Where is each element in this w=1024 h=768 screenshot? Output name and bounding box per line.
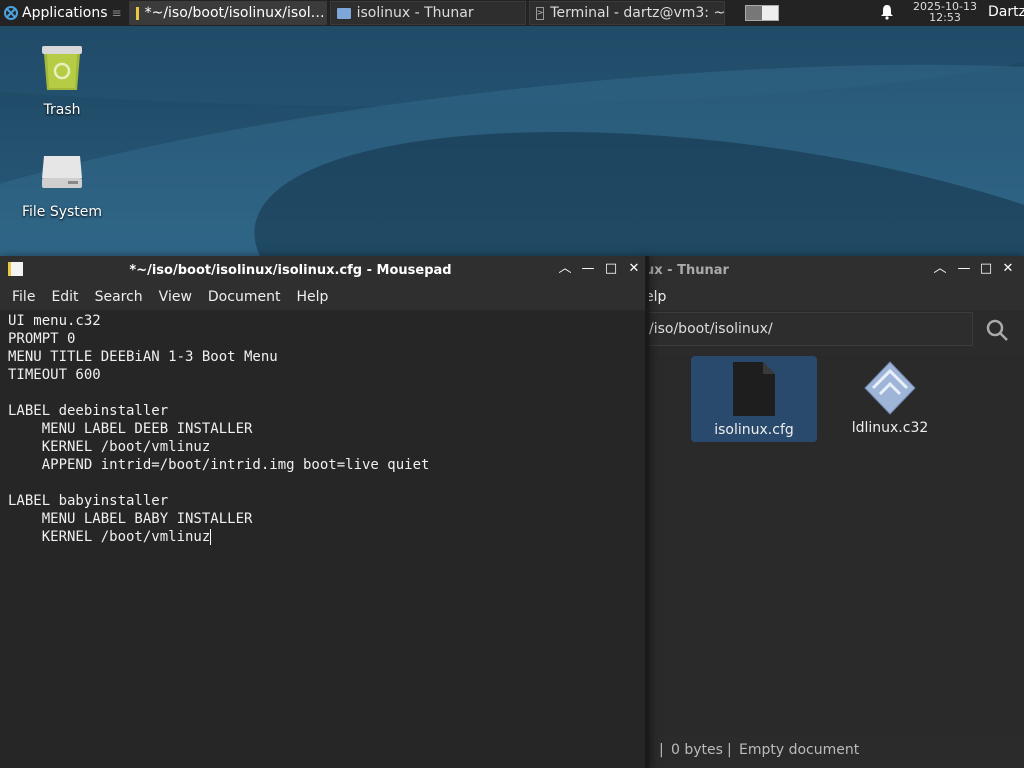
desktop-icon-file-system[interactable]: File System [7, 148, 117, 220]
editor-line: KERNEL /boot/vmlinuz [8, 529, 211, 545]
menu-item-view[interactable]: View [151, 289, 200, 305]
applications-label: Applications [22, 5, 108, 21]
editor-line: PROMPT 0 [8, 331, 76, 347]
editor-line: LABEL babyinstaller [8, 493, 169, 509]
mousepad-titlebar[interactable]: *~/iso/boot/isolinux/isolinux.cfg - Mous… [0, 256, 645, 284]
taskbar-item-thunar[interactable]: isolinux - Thunar [329, 1, 526, 25]
editor-line: MENU LABEL BABY INSTALLER [8, 511, 253, 527]
maximize-icon[interactable]: □ [604, 262, 618, 276]
workspace-2[interactable] [761, 6, 778, 20]
mousepad-window: *~/iso/boot/isolinux/isolinux.cfg - Mous… [0, 256, 649, 768]
location-path: /iso/boot/isolinux/ [649, 321, 773, 337]
taskbar-item-mousepad[interactable]: *~/iso/boot/isolinux/isol… [128, 1, 327, 25]
minimize-icon[interactable]: — [581, 262, 595, 276]
menu-item-search[interactable]: Search [87, 289, 151, 305]
search-icon[interactable] [985, 318, 1009, 342]
thunar-window: ux - Thunar ︿ — □ ✕ elp /iso/boot/isolin… [640, 256, 1024, 768]
thunar-titlebar[interactable]: ux - Thunar ︿ — □ ✕ [645, 256, 1024, 284]
status-size: 0 bytes [671, 742, 723, 758]
terminal-icon: > [535, 6, 545, 20]
status-type: Empty document [739, 742, 860, 758]
text-cursor [210, 529, 212, 545]
editor-line: MENU LABEL DEEB INSTALLER [8, 421, 253, 437]
text-editor[interactable]: UI menu.c32 PROMPT 0 MENU TITLE DEEBiAN … [0, 310, 645, 768]
menu-item-edit[interactable]: Edit [43, 289, 86, 305]
workspace-switcher[interactable] [744, 5, 779, 21]
workspace-1[interactable] [745, 6, 762, 20]
taskbar-item-terminal[interactable]: > Terminal - dartz@vm3: ~ [528, 1, 725, 25]
file-item-isolinux-cfg[interactable]: isolinux.cfg [691, 356, 817, 442]
desktop-icon-label: File System [21, 204, 103, 220]
file-view: n isolinux.cfg ldlinux.c32 [640, 356, 1024, 736]
xfce-logo-icon [4, 6, 18, 20]
taskbar-item-label: Terminal - dartz@vm3: ~ [550, 5, 725, 21]
applications-menu-button[interactable]: Applications ≡ [0, 0, 126, 26]
close-icon[interactable]: ✕ [627, 262, 641, 276]
thunar-menubar: elp [645, 284, 1024, 310]
menu-item-document[interactable]: Document [200, 289, 289, 305]
close-icon[interactable]: ✕ [1001, 262, 1015, 276]
chevron-up-icon[interactable]: ︿ [558, 262, 572, 276]
editor-line: KERNEL /boot/vmlinuz [8, 439, 211, 455]
menu-item-help[interactable]: elp [645, 289, 674, 305]
trash-icon [42, 46, 82, 90]
status-bar: | 0 bytes | Empty document [651, 738, 1024, 764]
maximize-icon[interactable]: □ [979, 262, 993, 276]
desktop-icon-trash[interactable]: Trash [7, 44, 117, 118]
editor-line: LABEL deebinstaller [8, 403, 169, 419]
binary-icon [864, 361, 916, 415]
mousepad-title: *~/iso/boot/isolinux/isolinux.cfg - Mous… [129, 263, 452, 278]
taskbar-item-label: isolinux - Thunar [356, 5, 474, 21]
clock[interactable]: 2025-10-13 12:53 [905, 1, 985, 23]
location-bar[interactable]: /iso/boot/isolinux/ [645, 312, 973, 346]
status-divider: | [659, 742, 664, 758]
taskbar-item-label: *~/iso/boot/isolinux/isol… [144, 5, 325, 21]
clock-time: 12:53 [929, 11, 961, 24]
document-icon [733, 362, 775, 416]
file-label: ldlinux.c32 [851, 420, 929, 436]
desktop-icon-label: Trash [43, 102, 81, 118]
status-divider: | [727, 742, 732, 758]
top-panel: Applications ≡ *~/iso/boot/isolinux/isol… [0, 0, 1024, 26]
chevron-up-icon[interactable]: ︿ [933, 262, 947, 276]
editor-line: TIMEOUT 600 [8, 367, 101, 383]
file-item-ldlinux-c32[interactable]: ldlinux.c32 [827, 356, 953, 442]
editor-line: UI menu.c32 [8, 313, 101, 329]
editor-line-current: KERNEL /boot/vmlinuz [8, 528, 637, 546]
editor-line: APPEND intrid=/boot/intrid.img boot=live… [8, 457, 430, 473]
drive-icon [42, 156, 82, 188]
folder-icon [336, 7, 351, 19]
mousepad-icon [135, 6, 139, 20]
notification-bell-icon[interactable] [880, 4, 894, 20]
minimize-icon[interactable]: — [957, 262, 971, 276]
mousepad-menubar: File Edit Search View Document Help [0, 284, 645, 310]
file-label: isolinux.cfg [714, 422, 794, 438]
menu-item-file[interactable]: File [4, 289, 43, 305]
editor-line: MENU TITLE DEEBiAN 1-3 Boot Menu [8, 349, 278, 365]
user-menu[interactable]: Dartz [988, 4, 1024, 20]
menu-item-help[interactable]: Help [288, 289, 336, 305]
menu-handle-icon: ≡ [111, 6, 122, 20]
